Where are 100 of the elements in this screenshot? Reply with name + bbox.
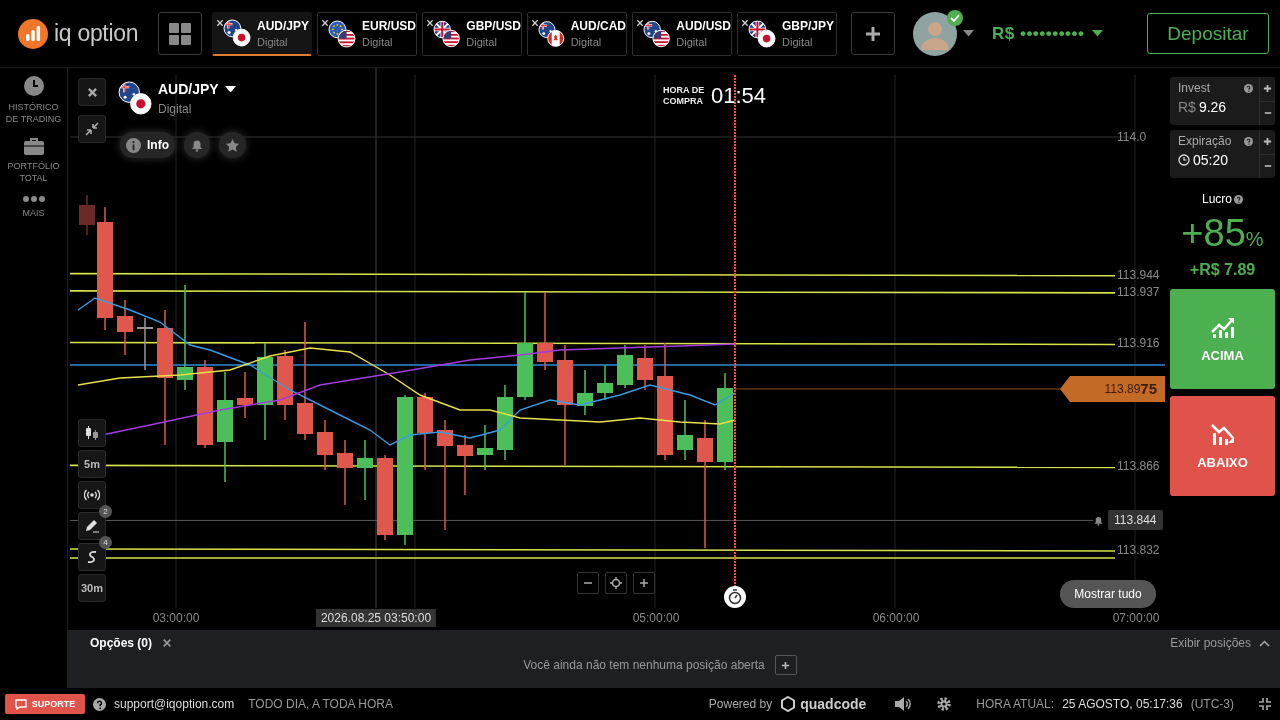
close-icon[interactable] <box>216 18 224 27</box>
plus-icon <box>1263 137 1272 147</box>
avatar[interactable] <box>913 11 957 56</box>
timeframe-button[interactable]: 30m <box>78 574 106 602</box>
candle <box>677 399 693 461</box>
collapse-icon[interactable] <box>1258 697 1272 711</box>
candle <box>237 371 253 419</box>
alert-button[interactable] <box>184 132 210 158</box>
deposit-button[interactable]: Depositar <box>1147 13 1269 54</box>
add-position-button[interactable] <box>774 655 797 675</box>
close-chart-button[interactable] <box>78 78 106 106</box>
support-email[interactable]: support@iqoption.com <box>114 697 235 711</box>
price-label: 113.866 <box>1117 459 1160 474</box>
alert-price[interactable]: 113.844 <box>1108 510 1163 531</box>
close-icon[interactable] <box>162 638 172 648</box>
plus-icon <box>1263 84 1272 94</box>
field-label: Invest <box>1178 81 1210 95</box>
time-label: 06:00:00 <box>872 611 920 625</box>
candle <box>79 194 95 236</box>
plus-icon <box>781 660 791 670</box>
sidebar-item[interactable]: HISTÓRICO DE TRADING <box>1 76 66 125</box>
collapse-button[interactable] <box>78 115 106 143</box>
currency-flags-icon <box>118 81 152 115</box>
center-button[interactable] <box>605 572 627 594</box>
price-label: 113.832 <box>1117 542 1160 557</box>
candle <box>477 424 493 471</box>
currency-flags-icon <box>328 19 356 48</box>
info-icon <box>126 137 141 153</box>
close-icon[interactable] <box>636 18 644 27</box>
options-title[interactable]: Opções (0) <box>90 636 152 650</box>
sidebar-item[interactable]: MAIS <box>1 196 66 219</box>
put-button[interactable]: ABAIXO <box>1170 396 1275 496</box>
close-icon[interactable] <box>531 18 539 27</box>
caret-icon[interactable] <box>224 85 236 93</box>
asset-tab[interactable]: AUD/JPY Digital <box>212 11 312 56</box>
zoom-in-button[interactable] <box>633 572 655 594</box>
currency-flags-icon <box>433 19 461 48</box>
help-icon[interactable] <box>1234 194 1243 204</box>
caret-icon[interactable] <box>1092 30 1104 37</box>
plus-icon <box>865 25 881 42</box>
logo-icon <box>18 18 48 49</box>
chart-type-button[interactable] <box>78 419 106 447</box>
close-icon[interactable] <box>321 18 329 27</box>
crosshair-time: 2026.08.25 03:50:00 <box>315 609 437 627</box>
info-button[interactable]: Info <box>120 132 175 158</box>
candle <box>137 317 153 371</box>
chat-icon <box>14 698 27 710</box>
close-icon <box>86 86 98 98</box>
help-icon[interactable] <box>1244 83 1253 93</box>
verified-icon <box>947 9 963 26</box>
asset-tab[interactable]: EUR/USD Digital <box>317 11 417 56</box>
wave-icon <box>85 549 99 565</box>
indicators-button[interactable] <box>78 543 106 571</box>
current-price-tag: 113.8975 <box>1060 375 1165 402</box>
candle <box>117 299 133 356</box>
asset-tab[interactable]: GBP/USD Digital <box>422 11 522 56</box>
field-label: Expiração <box>1178 134 1232 148</box>
time-label: 05:00:00 <box>632 611 680 625</box>
pencil-icon <box>84 518 100 534</box>
zoom-out-button[interactable] <box>577 572 599 594</box>
drawing-button[interactable] <box>78 512 106 540</box>
stopwatch-icon[interactable] <box>724 586 746 608</box>
settings-icon[interactable] <box>936 696 953 712</box>
help-icon <box>93 697 106 711</box>
dots-icon <box>22 196 45 202</box>
expiration-field[interactable]: 05:20 <box>1193 152 1229 168</box>
add-tab-button[interactable] <box>851 12 895 55</box>
candle <box>337 439 353 506</box>
target-icon <box>610 577 622 589</box>
support-button[interactable]: SUPORTE <box>5 694 85 714</box>
candle <box>277 349 293 421</box>
speaker-icon[interactable] <box>894 696 913 712</box>
asset-tab[interactable]: AUD/USD Digital <box>632 11 732 56</box>
candle <box>617 344 633 389</box>
caret-icon[interactable] <box>963 30 974 37</box>
candle <box>357 439 373 501</box>
timeframe-button[interactable]: 5m <box>78 450 106 478</box>
asset-tab[interactable]: AUD/CAD Digital <box>527 11 627 56</box>
close-icon[interactable] <box>426 18 434 27</box>
balance-text[interactable]: R$ •••••••••• <box>992 23 1085 44</box>
help-icon[interactable] <box>1244 136 1253 146</box>
invest-field[interactable]: R$ 9.26 <box>1178 99 1259 115</box>
currency-flags-icon <box>538 19 565 48</box>
broadcast-icon <box>84 488 100 502</box>
asset-tab[interactable]: GBP/JPY Digital <box>737 11 837 56</box>
show-all-button[interactable]: Mostrar tudo <box>1060 580 1156 608</box>
sidebar-item[interactable]: PORTFÓLIO TOTAL <box>1 137 66 184</box>
favorite-button[interactable] <box>219 132 246 158</box>
candles-icon <box>84 425 100 441</box>
signals-button[interactable] <box>78 481 106 509</box>
bell-icon[interactable] <box>1093 514 1104 526</box>
asset-name[interactable]: AUD/JPY <box>158 81 219 97</box>
apps-button[interactable] <box>158 12 202 55</box>
quadcode-logo-icon <box>780 696 797 712</box>
plus-icon <box>639 578 649 588</box>
show-positions-button[interactable]: Exibir posições <box>1170 636 1270 650</box>
chevron-up-icon <box>1259 639 1270 647</box>
clock-icon <box>23 76 44 96</box>
chart-up-icon <box>1209 315 1236 338</box>
close-icon[interactable] <box>741 18 749 27</box>
